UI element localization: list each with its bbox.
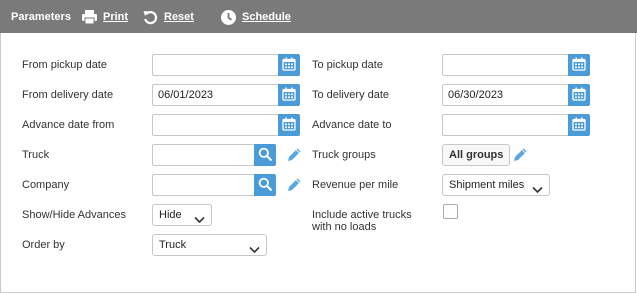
- truck-groups-edit-button[interactable]: [511, 146, 529, 164]
- pencil-icon: [285, 178, 303, 197]
- from-delivery-date-label: From delivery date: [22, 89, 114, 101]
- to-pickup-date-picker[interactable]: [568, 54, 590, 76]
- to-delivery-date-label: To delivery date: [312, 89, 390, 101]
- advance-date-from-picker[interactable]: [278, 114, 300, 136]
- calendar-icon: [282, 87, 296, 104]
- include-active-trucks-label-line1: Include active trucks: [312, 209, 412, 221]
- search-icon: [258, 177, 272, 194]
- calendar-icon: [282, 57, 296, 74]
- company-search-button[interactable]: [254, 174, 276, 196]
- advance-date-from-input[interactable]: [152, 114, 280, 136]
- schedule-label: Schedule: [242, 11, 291, 23]
- reset-icon: [142, 9, 159, 26]
- company-label: Company: [22, 179, 70, 191]
- truck-input[interactable]: [152, 144, 256, 166]
- reset-button[interactable]: Reset: [142, 8, 194, 26]
- parameters-toolbar: Parameters Print Reset Schedule: [0, 0, 637, 33]
- show-hide-advances-value: Hide: [159, 209, 182, 221]
- from-delivery-date-input[interactable]: 06/01/2023: [152, 84, 280, 106]
- advance-date-from-label: Advance date from: [22, 119, 115, 131]
- to-pickup-date-label: To pickup date: [312, 59, 383, 71]
- order-by-value: Truck: [159, 239, 187, 251]
- to-delivery-date-picker[interactable]: [568, 84, 590, 106]
- chevron-down-icon: [532, 181, 543, 201]
- print-label: Print: [103, 11, 129, 23]
- schedule-button[interactable]: Schedule: [220, 8, 291, 26]
- revenue-per-mile-select[interactable]: Shipment miles: [442, 174, 550, 196]
- advance-date-to-input[interactable]: [442, 114, 570, 136]
- calendar-icon: [572, 117, 586, 134]
- toolbar-title: Parameters: [11, 11, 71, 23]
- calendar-icon: [572, 87, 586, 104]
- show-hide-advances-select[interactable]: Hide: [152, 204, 212, 226]
- truck-groups-label: Truck groups: [312, 149, 376, 161]
- order-by-select[interactable]: Truck: [152, 234, 267, 256]
- chevron-down-icon: [249, 241, 260, 261]
- order-by-label: Order by: [22, 239, 65, 251]
- include-active-trucks-checkbox[interactable]: [443, 204, 458, 219]
- pencil-icon: [285, 148, 303, 167]
- truck-search-button[interactable]: [254, 144, 276, 166]
- reset-label: Reset: [164, 11, 194, 23]
- from-pickup-date-label: From pickup date: [22, 59, 107, 71]
- from-delivery-date-picker[interactable]: [278, 84, 300, 106]
- printer-icon: [81, 9, 98, 25]
- all-groups-button[interactable]: All groups: [442, 144, 511, 166]
- company-edit-button[interactable]: [285, 176, 303, 194]
- pencil-icon: [511, 148, 529, 167]
- calendar-icon: [282, 117, 296, 134]
- to-pickup-date-input[interactable]: [442, 54, 570, 76]
- from-pickup-date-input[interactable]: [152, 54, 280, 76]
- revenue-per-mile-label: Revenue per mile: [312, 179, 399, 191]
- clock-icon: [220, 9, 237, 26]
- include-active-trucks-label-line2: with no loads: [312, 221, 377, 233]
- show-hide-advances-label: Show/Hide Advances: [22, 209, 126, 221]
- to-delivery-date-input[interactable]: 06/30/2023: [442, 84, 570, 106]
- chevron-down-icon: [194, 211, 205, 231]
- print-button[interactable]: Print: [81, 8, 128, 26]
- advance-date-to-label: Advance date to: [312, 119, 392, 131]
- truck-edit-button[interactable]: [285, 146, 303, 164]
- from-pickup-date-picker[interactable]: [278, 54, 300, 76]
- company-input[interactable]: [152, 174, 256, 196]
- search-icon: [258, 147, 272, 164]
- parameters-panel: [0, 0, 636, 293]
- revenue-per-mile-value: Shipment miles: [449, 179, 525, 191]
- advance-date-to-picker[interactable]: [568, 114, 590, 136]
- calendar-icon: [572, 57, 586, 74]
- truck-label: Truck: [22, 149, 50, 161]
